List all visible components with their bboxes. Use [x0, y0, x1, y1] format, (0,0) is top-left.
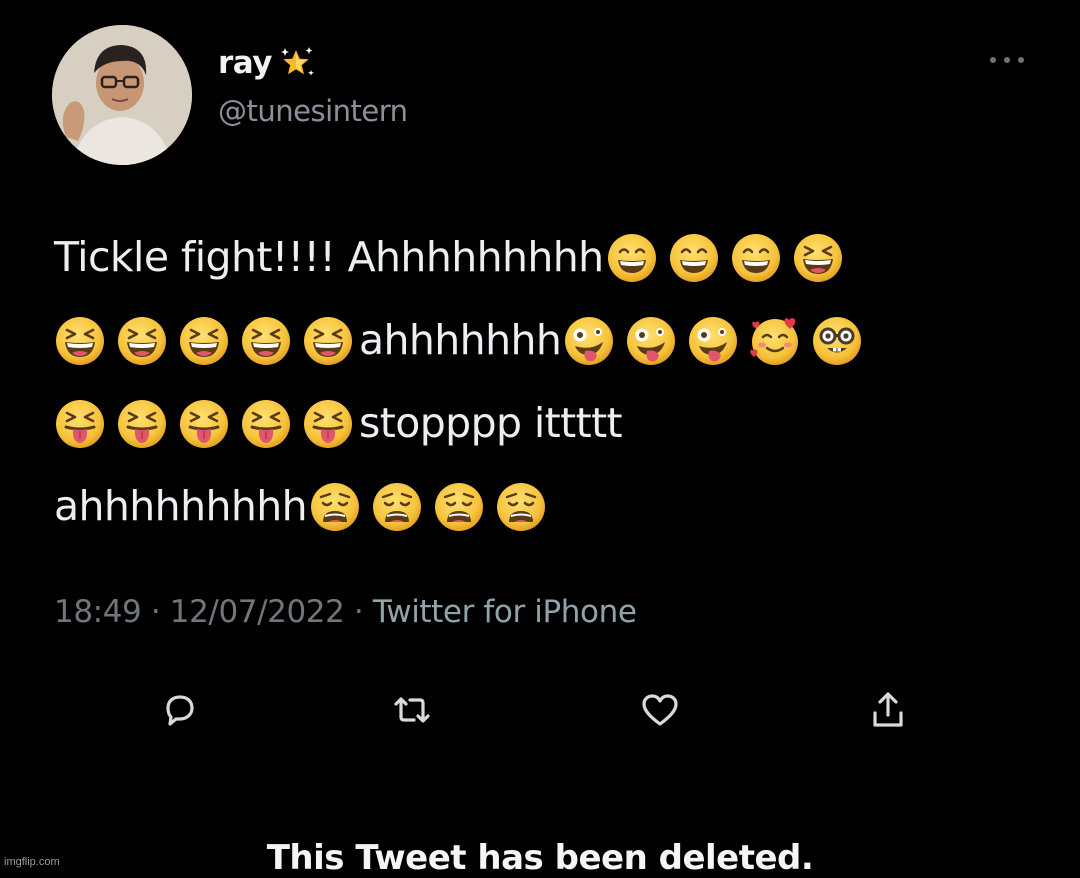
display-name-text: ray	[218, 44, 272, 81]
weary-face-icon	[371, 481, 423, 533]
share-icon	[873, 692, 903, 727]
laughing-icon	[792, 232, 844, 284]
action-bar	[0, 680, 1080, 740]
squinting-tongue-icon	[240, 398, 292, 450]
squinting-tongue-icon	[302, 398, 354, 450]
tweet-line-4-text: ahhhhhhhhh	[54, 482, 308, 530]
like-button[interactable]	[630, 680, 690, 740]
grinning-squint-eyes-icon	[606, 232, 658, 284]
user-handle[interactable]: @tunesintern	[218, 97, 408, 126]
deleted-banner: This Tweet has been deleted.	[266, 838, 814, 878]
watermark: imgflip.com	[4, 856, 60, 868]
tweet-line-1: Tickle fight!!!! Ahhhhhhhhh	[54, 216, 1044, 299]
tweet-line-4: ahhhhhhhhh	[54, 465, 1044, 548]
retweet-button[interactable]	[382, 680, 442, 740]
tweet-line-2: ahhhhhhh	[54, 299, 1044, 382]
avatar[interactable]	[52, 25, 192, 165]
weary-face-icon	[495, 481, 547, 533]
laughing-icon	[116, 315, 168, 367]
tweet-line-2-text: ahhhhhhh	[359, 316, 562, 364]
tweet-source-link[interactable]: Twitter for iPhone	[373, 594, 637, 630]
grinning-squint-eyes-icon	[730, 232, 782, 284]
retweet-icon	[394, 697, 430, 723]
share-button[interactable]	[858, 680, 918, 740]
display-name[interactable]: ray	[218, 43, 316, 83]
avatar-photo	[52, 25, 192, 165]
reply-icon	[166, 695, 194, 726]
tweet-text: Tickle fight!!!! Ahhhhhhhhh ahhhhhhh sto…	[54, 216, 1044, 548]
squinting-tongue-icon	[116, 398, 168, 450]
tweet-meta: 18:49 · 12/07/2022 · Twitter for iPhone	[54, 590, 637, 634]
laughing-icon	[178, 315, 230, 367]
tweet-line-3-text: stopppp ittttt	[359, 399, 623, 447]
tweet-line-3: stopppp ittttt	[54, 382, 1044, 465]
laughing-icon	[240, 315, 292, 367]
laughing-icon	[54, 315, 106, 367]
more-options-icon[interactable]	[990, 55, 1024, 65]
squinting-tongue-icon	[178, 398, 230, 450]
meta-separator: ·	[150, 594, 161, 630]
grinning-squint-eyes-icon	[668, 232, 720, 284]
squinting-tongue-icon	[54, 398, 106, 450]
heart-icon	[642, 694, 678, 726]
reply-button[interactable]	[150, 680, 210, 740]
tweet-date[interactable]: 12/07/2022	[170, 594, 345, 630]
star-sparkle-icon	[280, 47, 314, 76]
nerd-face-icon	[811, 315, 863, 367]
tweet-line-1-text: Tickle fight!!!! Ahhhhhhhhh	[54, 233, 604, 281]
weary-face-icon	[433, 481, 485, 533]
laughing-icon	[302, 315, 354, 367]
tweet-time[interactable]: 18:49	[54, 594, 142, 630]
meta-separator: ·	[353, 594, 364, 630]
weary-face-icon	[309, 481, 361, 533]
zany-face-icon	[687, 315, 739, 367]
zany-face-icon	[563, 315, 615, 367]
smiling-hearts-icon	[749, 315, 801, 367]
zany-face-icon	[625, 315, 677, 367]
